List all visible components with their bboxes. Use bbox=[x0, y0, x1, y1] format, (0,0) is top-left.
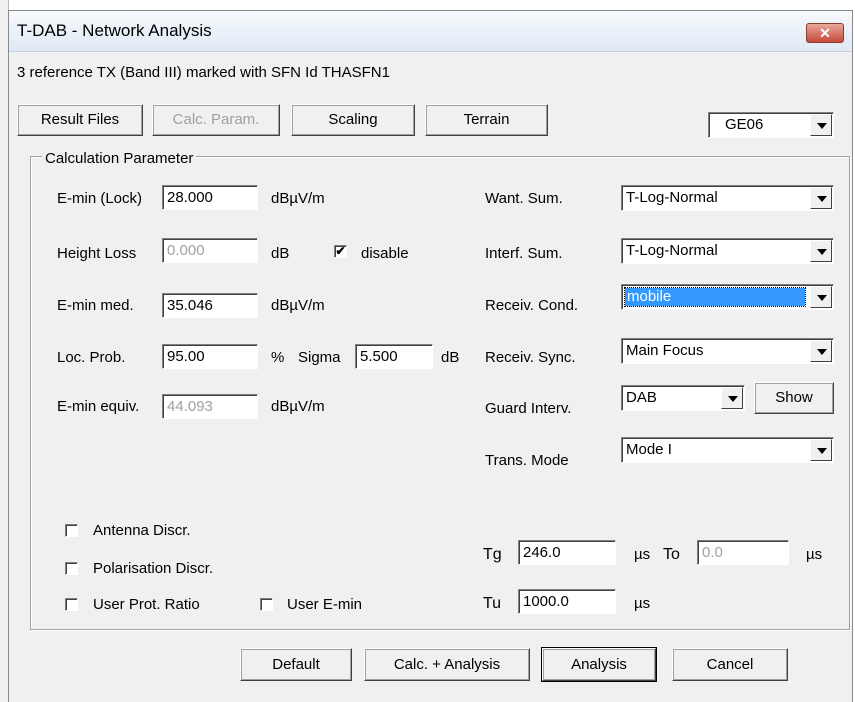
antenna-discr-checkbox[interactable] bbox=[65, 524, 78, 537]
calc-param-button[interactable]: Calc. Param. bbox=[152, 104, 280, 136]
disable-checkbox[interactable]: ✔ bbox=[334, 245, 347, 258]
show-button[interactable]: Show bbox=[754, 382, 834, 414]
default-button[interactable]: Default bbox=[240, 648, 352, 681]
sigma-field[interactable]: 5.500 bbox=[355, 344, 433, 369]
height-loss-label: Height Loss bbox=[57, 245, 137, 262]
emin-med-label: E-min med. bbox=[57, 297, 134, 314]
user-emin-label: User E-min bbox=[287, 596, 363, 613]
emin-lock-label: E-min (Lock) bbox=[57, 190, 143, 207]
loc-prob-label: Loc. Prob. bbox=[57, 349, 126, 366]
emin-lock-unit: dBµV/m bbox=[271, 190, 325, 207]
emin-equiv-label: E-min equiv. bbox=[57, 398, 140, 415]
want-sum-label: Want. Sum. bbox=[485, 190, 563, 207]
close-icon[interactable]: ✕ bbox=[806, 23, 844, 43]
to-field[interactable]: 0.0 bbox=[697, 540, 789, 565]
receiv-sync-select[interactable]: Main Focus bbox=[621, 338, 834, 364]
user-prot-ratio-label: User Prot. Ratio bbox=[93, 596, 200, 613]
chevron-down-icon[interactable] bbox=[810, 240, 832, 262]
terrain-button[interactable]: Terrain bbox=[425, 104, 548, 136]
tu-unit: µs bbox=[634, 595, 651, 612]
tg-unit: µs bbox=[634, 546, 651, 563]
polarisation-discr-checkbox[interactable] bbox=[65, 562, 78, 575]
want-sum-select[interactable]: T-Log-Normal bbox=[621, 185, 834, 211]
sigma-unit: dB bbox=[441, 349, 460, 366]
title-bar: T-DAB - Network Analysis ✕ bbox=[9, 11, 852, 52]
group-title: Calculation Parameter bbox=[42, 150, 197, 167]
height-loss-unit: dB bbox=[271, 245, 290, 262]
analysis-button[interactable]: Analysis bbox=[541, 647, 657, 682]
chevron-down-icon[interactable] bbox=[810, 286, 832, 308]
emin-equiv-unit: dBµV/m bbox=[271, 398, 325, 415]
user-emin-checkbox[interactable] bbox=[260, 598, 273, 611]
reference-info-text: 3 reference TX (Band III) marked with SF… bbox=[17, 64, 390, 81]
cancel-button[interactable]: Cancel bbox=[672, 648, 788, 681]
plan-select[interactable]: GE06 bbox=[708, 112, 834, 138]
guard-interv-select[interactable]: DAB bbox=[621, 385, 745, 411]
trans-mode-label: Trans. Mode bbox=[485, 452, 569, 469]
chevron-down-icon[interactable] bbox=[810, 114, 832, 136]
guard-interv-label: Guard Interv. bbox=[485, 400, 572, 417]
to-unit: µs bbox=[806, 546, 823, 563]
receiv-cond-value: mobile bbox=[624, 287, 806, 307]
calc-analysis-button[interactable]: Calc. + Analysis bbox=[364, 648, 530, 681]
plan-select-value: GE06 bbox=[725, 116, 764, 133]
receiv-sync-value: Main Focus bbox=[626, 342, 704, 359]
disable-label: disable bbox=[361, 245, 409, 262]
loc-prob-unit: % bbox=[271, 349, 285, 366]
polarisation-discr-label: Polarisation Discr. bbox=[93, 560, 214, 577]
height-loss-field[interactable]: 0.000 bbox=[162, 238, 258, 263]
loc-prob-field[interactable]: 95.00 bbox=[162, 344, 258, 369]
tu-label: Tu bbox=[483, 595, 502, 612]
want-sum-value: T-Log-Normal bbox=[626, 189, 718, 206]
to-label: To bbox=[663, 546, 680, 563]
interf-sum-label: Interf. Sum. bbox=[485, 245, 563, 262]
sigma-label: Sigma bbox=[298, 349, 341, 366]
emin-equiv-field[interactable]: 44.093 bbox=[162, 394, 258, 419]
interf-sum-value: T-Log-Normal bbox=[626, 242, 718, 259]
interf-sum-select[interactable]: T-Log-Normal bbox=[621, 238, 834, 264]
scaling-button[interactable]: Scaling bbox=[291, 104, 415, 136]
receiv-cond-select[interactable]: mobile bbox=[621, 284, 834, 310]
chevron-down-icon[interactable] bbox=[810, 187, 832, 209]
chevron-down-icon[interactable] bbox=[810, 439, 832, 461]
result-files-button[interactable]: Result Files bbox=[17, 104, 143, 136]
user-prot-ratio-checkbox[interactable] bbox=[65, 598, 78, 611]
emin-lock-field[interactable]: 28.000 bbox=[162, 185, 258, 210]
receiv-cond-label: Receiv. Cond. bbox=[485, 297, 579, 314]
chevron-down-icon[interactable] bbox=[721, 387, 743, 409]
chevron-down-icon[interactable] bbox=[810, 340, 832, 362]
antenna-discr-label: Antenna Discr. bbox=[93, 522, 191, 539]
tg-label: Tg bbox=[483, 546, 502, 563]
tu-field[interactable]: 1000.0 bbox=[518, 589, 616, 614]
trans-mode-select[interactable]: Mode I bbox=[621, 437, 834, 463]
emin-med-field[interactable]: 35.046 bbox=[162, 293, 258, 318]
guard-interv-value: DAB bbox=[626, 389, 657, 406]
tg-field[interactable]: 246.0 bbox=[518, 540, 616, 565]
emin-med-unit: dBµV/m bbox=[271, 297, 325, 314]
window-title: T-DAB - Network Analysis bbox=[17, 21, 212, 40]
receiv-sync-label: Receiv. Sync. bbox=[485, 349, 576, 366]
trans-mode-value: Mode I bbox=[626, 441, 672, 458]
